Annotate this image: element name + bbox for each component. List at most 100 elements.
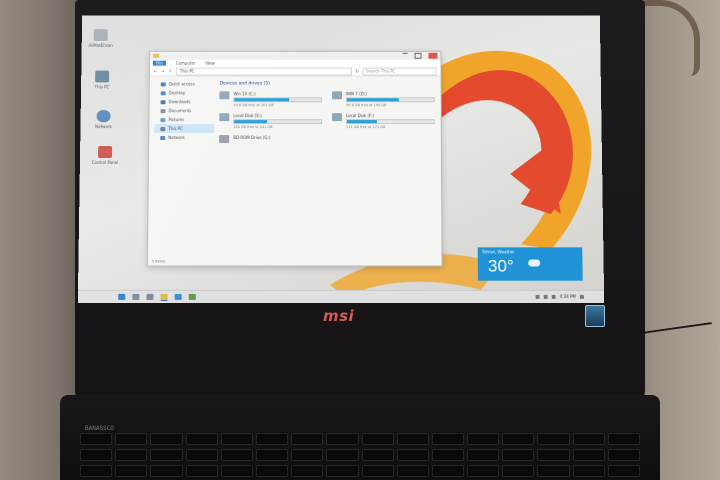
desktop-icon-this-pc[interactable]: This PC: [85, 71, 119, 90]
key[interactable]: [326, 433, 358, 445]
key[interactable]: [397, 465, 429, 477]
drive-usage-bar: [233, 119, 322, 124]
key[interactable]: [502, 449, 534, 461]
key[interactable]: [467, 433, 499, 445]
window-titlebar[interactable]: [150, 52, 440, 60]
key[interactable]: [115, 449, 147, 461]
back-arrow-icon[interactable]: ←: [154, 69, 157, 74]
file-explorer-icon[interactable]: [161, 293, 168, 300]
key[interactable]: [608, 465, 640, 477]
network-icon: [97, 110, 111, 122]
key[interactable]: [186, 449, 218, 461]
key[interactable]: [537, 433, 569, 445]
up-arrow-icon[interactable]: ↑: [169, 69, 172, 74]
nav-item-pictures[interactable]: Pictures: [154, 115, 214, 124]
nav-item-quick-access[interactable]: Quick access: [155, 79, 215, 88]
key[interactable]: [291, 433, 323, 445]
store-icon[interactable]: [189, 294, 196, 300]
search-input[interactable]: Search This PC: [363, 67, 437, 75]
desktop-icon-control-panel[interactable]: Control Panel: [88, 146, 122, 165]
key[interactable]: [537, 449, 569, 461]
key[interactable]: [467, 449, 499, 461]
key[interactable]: [221, 449, 253, 461]
key[interactable]: [502, 465, 534, 477]
key[interactable]: [221, 465, 253, 477]
key[interactable]: [150, 433, 182, 445]
key[interactable]: [150, 465, 182, 477]
drive-e[interactable]: Local Disk (E:) 150 GB free of 241 GB: [219, 113, 322, 129]
search-icon[interactable]: [132, 294, 139, 300]
intel-sticker: [585, 305, 605, 327]
maximize-icon[interactable]: [415, 53, 422, 59]
key[interactable]: [397, 433, 429, 445]
key[interactable]: [573, 465, 605, 477]
key[interactable]: [573, 449, 605, 461]
key[interactable]: [537, 465, 569, 477]
nav-item-desktop[interactable]: Desktop: [155, 88, 215, 97]
key[interactable]: [256, 433, 288, 445]
key[interactable]: [186, 433, 218, 445]
key[interactable]: [362, 465, 394, 477]
key[interactable]: [326, 465, 358, 477]
hard-drive-icon: [219, 113, 229, 121]
control-panel-icon: [98, 146, 112, 158]
cloud-icon: [528, 259, 540, 266]
drive-g[interactable]: BD-ROM Drive (G:): [219, 135, 322, 143]
address-bar[interactable]: This PC: [176, 67, 352, 75]
key[interactable]: [573, 433, 605, 445]
nav-item-documents[interactable]: Documents: [154, 106, 214, 115]
key[interactable]: [502, 433, 534, 445]
drive-c[interactable]: Win 10 (C:) 74.6 GB free of 201 GB: [219, 91, 322, 107]
desktop-icon-network[interactable]: Network: [86, 110, 120, 129]
key[interactable]: [256, 449, 288, 461]
key[interactable]: [432, 465, 464, 477]
drive-usage-bar: [346, 119, 435, 124]
key[interactable]: [80, 433, 112, 445]
nav-item-network[interactable]: Network: [154, 133, 214, 142]
tab-computer[interactable]: Computer: [176, 61, 196, 66]
network-icon[interactable]: [535, 294, 539, 298]
drive-d[interactable]: WIN 7 (D:) 59.8 GB free of 150 GB: [332, 91, 435, 107]
key[interactable]: [115, 465, 147, 477]
browser-icon[interactable]: [175, 294, 182, 300]
key[interactable]: [256, 465, 288, 477]
key[interactable]: [362, 449, 394, 461]
section-title[interactable]: Devices and drives (5): [220, 81, 435, 86]
drive-name: Win 10 (C:): [233, 91, 322, 96]
refresh-icon[interactable]: ↻: [356, 69, 359, 74]
key[interactable]: [150, 449, 182, 461]
minimize-icon[interactable]: [403, 53, 408, 58]
weather-city: Tehran, Weather: [482, 249, 515, 254]
task-view-icon[interactable]: [146, 294, 153, 300]
key[interactable]: [291, 449, 323, 461]
close-icon[interactable]: [428, 53, 437, 59]
drive-f[interactable]: Local Disk (F:) 111 GB free of 171 GB: [332, 113, 435, 129]
clock[interactable]: 4:34 PM: [560, 294, 576, 299]
key[interactable]: [397, 449, 429, 461]
key[interactable]: [186, 465, 218, 477]
nav-item-this-pc[interactable]: This PC: [154, 124, 214, 133]
notification-icon[interactable]: [580, 294, 584, 298]
volume-icon[interactable]: [543, 294, 547, 298]
key[interactable]: [221, 433, 253, 445]
file-explorer-window[interactable]: File Computer View ← → ↑ This PC ↻ Searc…: [147, 51, 443, 267]
tab-view[interactable]: View: [205, 61, 214, 66]
key[interactable]: [608, 433, 640, 445]
key[interactable]: [115, 433, 147, 445]
key[interactable]: [467, 465, 499, 477]
key[interactable]: [608, 449, 640, 461]
key[interactable]: [326, 449, 358, 461]
key[interactable]: [291, 465, 323, 477]
key[interactable]: [362, 433, 394, 445]
key[interactable]: [432, 449, 464, 461]
start-icon[interactable]: [118, 294, 125, 300]
key[interactable]: [80, 449, 112, 461]
weather-notification[interactable]: Tehran, Weather 30°: [478, 247, 583, 280]
key[interactable]: [80, 465, 112, 477]
desktop-icon-user[interactable]: AliMatEhsan: [84, 29, 118, 48]
tab-file[interactable]: File: [153, 61, 166, 66]
nav-item-downloads[interactable]: Downloads: [155, 97, 215, 106]
forward-arrow-icon[interactable]: →: [161, 69, 164, 74]
battery-icon[interactable]: [552, 294, 556, 298]
key[interactable]: [432, 433, 464, 445]
